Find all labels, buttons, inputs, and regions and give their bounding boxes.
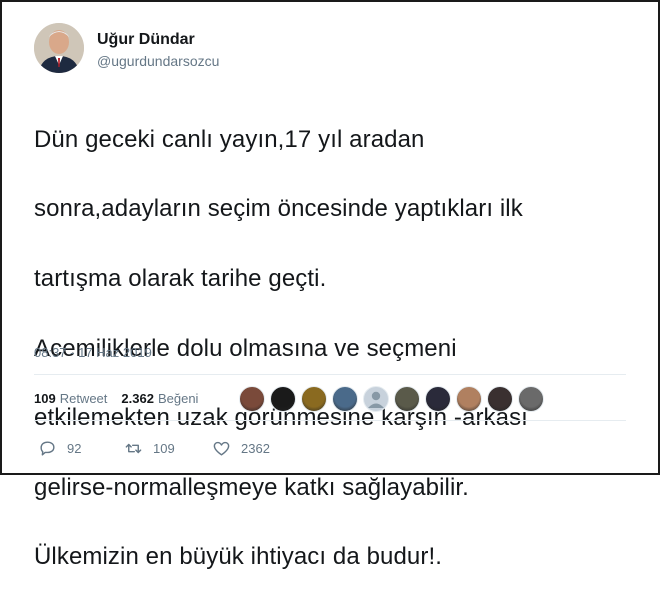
default-avatar-icon[interactable]: [363, 386, 389, 412]
tweet-actions: 92 109 2362: [38, 439, 270, 458]
tweet-text-line: sonra,adayların seçim öncesinde yaptıkla…: [34, 195, 523, 223]
tweet-text-line: Ülkemizin en büyük ihtiyacı da budur!.: [34, 543, 443, 571]
retweet-stat-label[interactable]: Retweet: [60, 391, 108, 406]
liker-avatar[interactable]: [425, 386, 451, 412]
reply-count: 92: [67, 441, 82, 456]
tweet-text-line: gelirse-normalleşmeye katkı sağlayabilir…: [34, 473, 469, 501]
likers-avatar-list: [239, 386, 549, 412]
like-button[interactable]: 2362: [212, 439, 270, 458]
tweet-text-line: Dün geceki canlı yayın,17 yıl aradan: [34, 125, 425, 153]
author-handle[interactable]: @ugurdundarsozcu: [97, 53, 219, 69]
author-photo: [34, 23, 84, 73]
liker-avatar[interactable]: [270, 386, 296, 412]
liker-avatar[interactable]: [487, 386, 513, 412]
like-stat-count[interactable]: 2.362: [121, 391, 154, 406]
tweet-text-line: tartışma olarak tarihe geçti.: [34, 264, 327, 292]
author-avatar[interactable]: [34, 23, 84, 73]
liker-avatar[interactable]: [239, 386, 265, 412]
like-count: 2362: [241, 441, 270, 456]
reply-icon: [40, 441, 55, 456]
divider: [34, 420, 626, 421]
liker-avatar[interactable]: [394, 386, 420, 412]
heart-icon: [213, 441, 230, 456]
like-stat-label[interactable]: Beğeni: [158, 391, 198, 406]
reply-button[interactable]: 92: [38, 439, 124, 458]
stats-row: 109 Retweet 2.362 Beğeni: [34, 391, 198, 406]
tweet-timestamp[interactable]: 08:37 - 17 Haz 2019: [34, 345, 152, 360]
tweet-card: Uğur Dündar @ugurdundarsozcu Dün geceki …: [0, 0, 660, 570]
author-name[interactable]: Uğur Dündar: [97, 31, 195, 49]
retweet-count: 109: [153, 441, 175, 456]
retweet-button[interactable]: 109: [124, 439, 212, 458]
liker-avatar[interactable]: [456, 386, 482, 412]
liker-avatar[interactable]: [518, 386, 544, 412]
retweet-stat-count[interactable]: 109: [34, 391, 56, 406]
liker-avatar[interactable]: [332, 386, 358, 412]
liker-avatar[interactable]: [301, 386, 327, 412]
retweet-icon: [125, 443, 142, 454]
divider: [34, 374, 626, 375]
